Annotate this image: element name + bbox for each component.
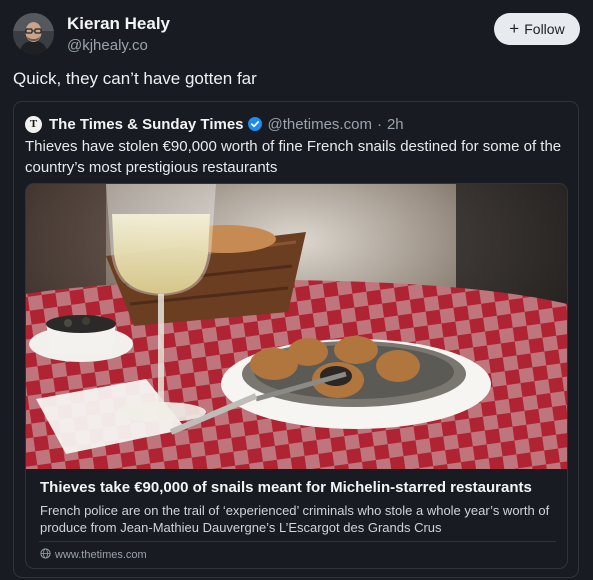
quoted-post-header: T The Times & Sunday Times @thetimes.com…: [25, 114, 404, 134]
publisher-handle[interactable]: @thetimes.com: [268, 116, 372, 133]
globe-icon: [40, 548, 51, 562]
link-preview-card[interactable]: Thieves take €90,000 of snails meant for…: [25, 183, 568, 569]
author-name[interactable]: Kieran Healy: [67, 14, 170, 34]
publisher-name[interactable]: The Times & Sunday Times: [49, 116, 244, 133]
link-description: French police are on the trail of ‘exper…: [40, 503, 550, 535]
plus-icon: +: [509, 19, 520, 38]
article-image: [26, 184, 567, 469]
link-title[interactable]: Thieves take €90,000 of snails meant for…: [40, 479, 532, 496]
quoted-post[interactable]: T The Times & Sunday Times @thetimes.com…: [13, 101, 579, 578]
link-divider: [39, 541, 556, 542]
publisher-logo[interactable]: T: [25, 115, 42, 133]
link-domain-text: www.thetimes.com: [55, 549, 147, 561]
post-text: Quick, they can’t have gotten far: [13, 69, 257, 88]
author-handle[interactable]: @kjhealy.co: [67, 37, 148, 54]
link-domain[interactable]: www.thetimes.com: [40, 548, 147, 562]
separator-dot: ·: [376, 115, 382, 133]
post-time[interactable]: 2h: [387, 116, 404, 133]
follow-button[interactable]: + Follow: [494, 13, 580, 45]
follow-label: Follow: [524, 21, 565, 37]
author-avatar[interactable]: [13, 13, 54, 54]
quoted-post-text: Thieves have stolen €90,000 worth of fin…: [25, 138, 562, 176]
verified-badge-icon: [247, 117, 262, 131]
